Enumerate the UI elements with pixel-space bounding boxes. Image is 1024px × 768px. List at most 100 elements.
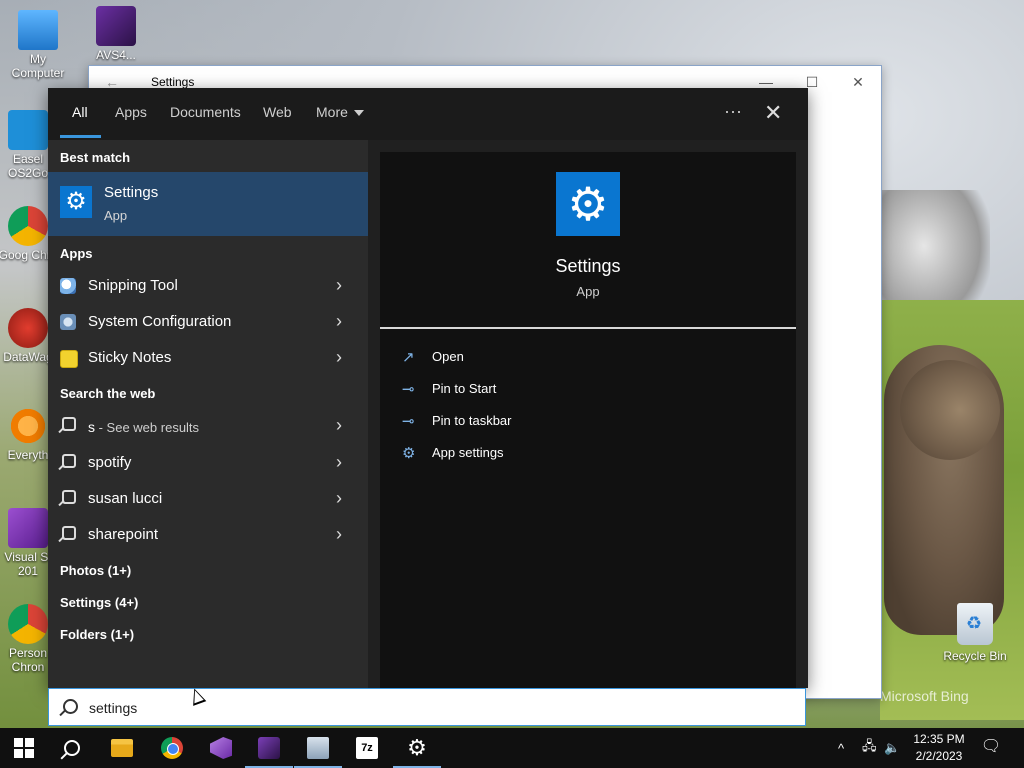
preview-pane: ⚙ Settings App ↗ Open ⊸ Pin to Start ⊸ P… — [368, 140, 808, 688]
chevron-right-icon[interactable]: › — [336, 452, 342, 473]
taskbar-file-explorer[interactable] — [98, 728, 146, 768]
tab-all[interactable]: All — [72, 104, 88, 120]
pin-icon: ⊸ — [402, 381, 415, 398]
tab-documents[interactable]: Documents — [170, 104, 241, 120]
preview-subtitle: App — [576, 284, 600, 299]
recycle-bin-icon — [957, 603, 993, 645]
chrome-icon — [161, 737, 183, 759]
close-icon[interactable]: ✕ — [764, 100, 782, 126]
chevron-right-icon[interactable]: › — [336, 275, 342, 296]
desktop-icon-label: Person Chron — [8, 646, 48, 674]
result-system-configuration[interactable]: System Configuration › — [48, 304, 368, 340]
volume-icon[interactable]: 🔈 — [884, 728, 902, 768]
7zip-icon: 7z — [356, 737, 378, 759]
start-button[interactable] — [0, 728, 48, 768]
tab-more[interactable]: More — [316, 104, 364, 120]
search-icon — [64, 740, 80, 756]
action-label: Pin to taskbar — [432, 413, 512, 428]
snipping-tool-icon — [60, 278, 76, 294]
tray-overflow-chevron[interactable]: ^ — [838, 728, 856, 768]
best-match-title: Settings — [104, 184, 159, 201]
preview-card: ⚙ Settings App ↗ Open ⊸ Pin to Start ⊸ P… — [380, 152, 796, 688]
wallpaper-marmot-head — [900, 360, 1000, 460]
taskbar-search-button[interactable] — [48, 728, 96, 768]
taskbar-visual-studio[interactable] — [197, 728, 245, 768]
clock-time: 12:35 PM — [913, 732, 965, 746]
tab-apps[interactable]: Apps — [115, 104, 147, 120]
desktop-icon-label: Everyth — [7, 448, 49, 462]
bing-watermark: Microsoft Bing — [880, 688, 969, 704]
visual-studio-icon — [210, 737, 232, 759]
system-clock[interactable]: 12:35 PM 2/2/2023 — [904, 731, 974, 765]
chevron-right-icon[interactable]: › — [336, 415, 342, 436]
computer-icon — [18, 10, 58, 50]
search-icon — [62, 454, 76, 468]
gear-icon: ⚙ — [407, 735, 427, 760]
chrome-icon — [8, 206, 48, 246]
best-match-settings[interactable]: ⚙ Settings App — [48, 172, 368, 236]
taskbar-7zip[interactable]: 7z — [343, 728, 391, 768]
chevron-right-icon[interactable]: › — [336, 488, 342, 509]
result-label: sharepoint — [88, 526, 159, 543]
close-window-button[interactable]: ✕ — [835, 74, 881, 91]
apps-heading: Apps — [60, 246, 93, 261]
search-icon — [62, 417, 76, 431]
search-icon — [62, 490, 76, 504]
desktop-icon-label: Recycle Bin — [943, 649, 1007, 663]
result-sticky-notes[interactable]: Sticky Notes › — [48, 340, 368, 376]
result-label: spotify — [88, 454, 132, 471]
active-tab-indicator — [60, 135, 101, 138]
action-open[interactable]: ↗ Open — [402, 346, 782, 370]
action-label: Open — [432, 349, 464, 364]
search-tab-bar: All Apps Documents Web More ··· ✕ — [48, 88, 808, 140]
search-box[interactable] — [48, 688, 806, 726]
sticky-notes-icon — [60, 350, 78, 368]
web-query: s — [88, 419, 95, 435]
tab-web[interactable]: Web — [263, 104, 292, 120]
desktop-icon-my-computer[interactable]: My Computer — [3, 10, 73, 80]
network-icon[interactable]: 🖧 — [862, 728, 880, 768]
open-icon: ↗ — [402, 349, 415, 366]
chevron-right-icon[interactable]: › — [336, 311, 342, 332]
datawag-icon — [8, 308, 48, 348]
chevron-right-icon[interactable]: › — [336, 524, 342, 545]
gear-icon: ⚙ — [60, 186, 92, 218]
taskbar-video-editor[interactable] — [245, 728, 293, 768]
chevron-right-icon[interactable]: › — [336, 347, 342, 368]
taskbar-settings[interactable]: ⚙ — [393, 728, 441, 768]
search-icon — [62, 526, 76, 540]
desktop-icon-label: DataWag — [3, 350, 53, 364]
preview-title: Settings — [555, 256, 621, 276]
web-result-spotify[interactable]: spotify › — [48, 445, 368, 481]
taskbar-chrome[interactable] — [148, 728, 196, 768]
web-result-susan-lucci[interactable]: susan lucci › — [48, 481, 368, 517]
desktop-icon-recycle-bin[interactable]: Recycle Bin — [940, 603, 1010, 663]
category-folders[interactable]: Folders (1+) — [60, 627, 134, 642]
folder-icon — [111, 739, 133, 757]
result-snipping-tool[interactable]: Snipping Tool › — [48, 268, 368, 304]
taskbar: 7z ⚙ ^ 🖧 🔈 12:35 PM 2/2/2023 🗨 — [0, 728, 1024, 768]
taskbar-app[interactable] — [294, 728, 342, 768]
web-result-s[interactable]: s - See web results › — [48, 408, 368, 444]
video-editor-icon — [258, 737, 280, 759]
best-match-subtitle: App — [104, 208, 128, 223]
category-settings[interactable]: Settings (4+) — [60, 595, 138, 610]
easel-app-icon — [8, 110, 48, 150]
action-app-settings[interactable]: ⚙ App settings — [402, 442, 782, 466]
web-result-sharepoint[interactable]: sharepoint › — [48, 517, 368, 553]
action-center-icon[interactable]: 🗨 — [980, 736, 1002, 758]
app-window-icon — [307, 737, 329, 759]
result-label: s - See web results — [88, 419, 199, 435]
system-configuration-icon — [60, 314, 76, 330]
desktop-icon-label: My Computer — [11, 52, 65, 80]
action-pin-to-start[interactable]: ⊸ Pin to Start — [402, 378, 782, 402]
best-match-heading: Best match — [60, 150, 131, 165]
chevron-down-icon — [353, 110, 364, 117]
more-options-icon[interactable]: ··· — [724, 101, 742, 122]
result-label: Snipping Tool — [88, 277, 178, 294]
visual-studio-icon — [8, 508, 48, 548]
desktop-icon-label: AVS4... — [96, 48, 136, 62]
category-photos[interactable]: Photos (1+) — [60, 563, 131, 578]
desktop-icon-avs[interactable]: AVS4... — [81, 6, 151, 62]
action-pin-to-taskbar[interactable]: ⊸ Pin to taskbar — [402, 410, 782, 434]
